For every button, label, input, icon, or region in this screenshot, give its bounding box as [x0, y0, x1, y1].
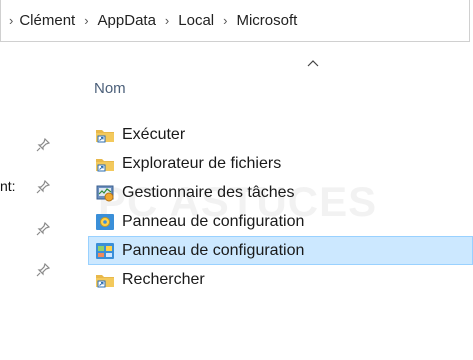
breadcrumb-item-appdata[interactable]: AppData [98, 12, 156, 29]
breadcrumb-overflow-chevron-icon[interactable]: › [1, 13, 19, 28]
file-list: Exécuter Explorateur de fichiers Gestion… [88, 120, 473, 294]
file-name: Gestionnaire des tâches [122, 183, 295, 201]
file-name: Exécuter [122, 125, 186, 143]
file-row-rechercher[interactable]: Rechercher [88, 265, 473, 294]
control-panel-icon [96, 213, 114, 230]
address-bar-breadcrumb[interactable]: › Clément › AppData › Local › Microsoft [0, 0, 470, 42]
file-row-gestionnaire[interactable]: Gestionnaire des tâches [88, 178, 473, 207]
file-row-panneau-2-selected[interactable]: Panneau de configuration [88, 236, 473, 265]
pin-icon[interactable] [36, 138, 50, 152]
navigation-pane: nt: [0, 100, 80, 360]
shortcut-folder-icon [96, 274, 114, 287]
file-name: Panneau de configuration [122, 212, 305, 230]
file-name: Panneau de configuration [122, 241, 305, 259]
breadcrumb-item-clement[interactable]: Clément [19, 12, 75, 29]
sort-ascending-icon [307, 60, 319, 67]
file-row-executer[interactable]: Exécuter [88, 120, 473, 149]
breadcrumb-chevron-icon[interactable]: › [75, 13, 97, 28]
file-name: Explorateur de fichiers [122, 154, 282, 172]
control-panel-icon [96, 242, 114, 259]
file-row-explorateur[interactable]: Explorateur de fichiers [88, 149, 473, 178]
pin-icon[interactable] [36, 263, 50, 277]
breadcrumb-chevron-icon[interactable]: › [214, 13, 236, 28]
pin-icon[interactable] [36, 222, 50, 236]
file-row-panneau-1[interactable]: Panneau de configuration [88, 207, 473, 236]
quick-access-item-label[interactable]: nt: [0, 178, 16, 194]
task-manager-icon [96, 185, 114, 201]
shortcut-folder-icon [96, 129, 114, 142]
shortcut-folder-icon [96, 158, 114, 171]
pin-icon[interactable] [36, 180, 50, 194]
breadcrumb-item-microsoft[interactable]: Microsoft [236, 12, 297, 29]
breadcrumb-chevron-icon[interactable]: › [156, 13, 178, 28]
breadcrumb-item-local[interactable]: Local [178, 12, 214, 29]
column-header-name[interactable]: Nom [94, 80, 126, 97]
file-name: Rechercher [122, 270, 205, 288]
